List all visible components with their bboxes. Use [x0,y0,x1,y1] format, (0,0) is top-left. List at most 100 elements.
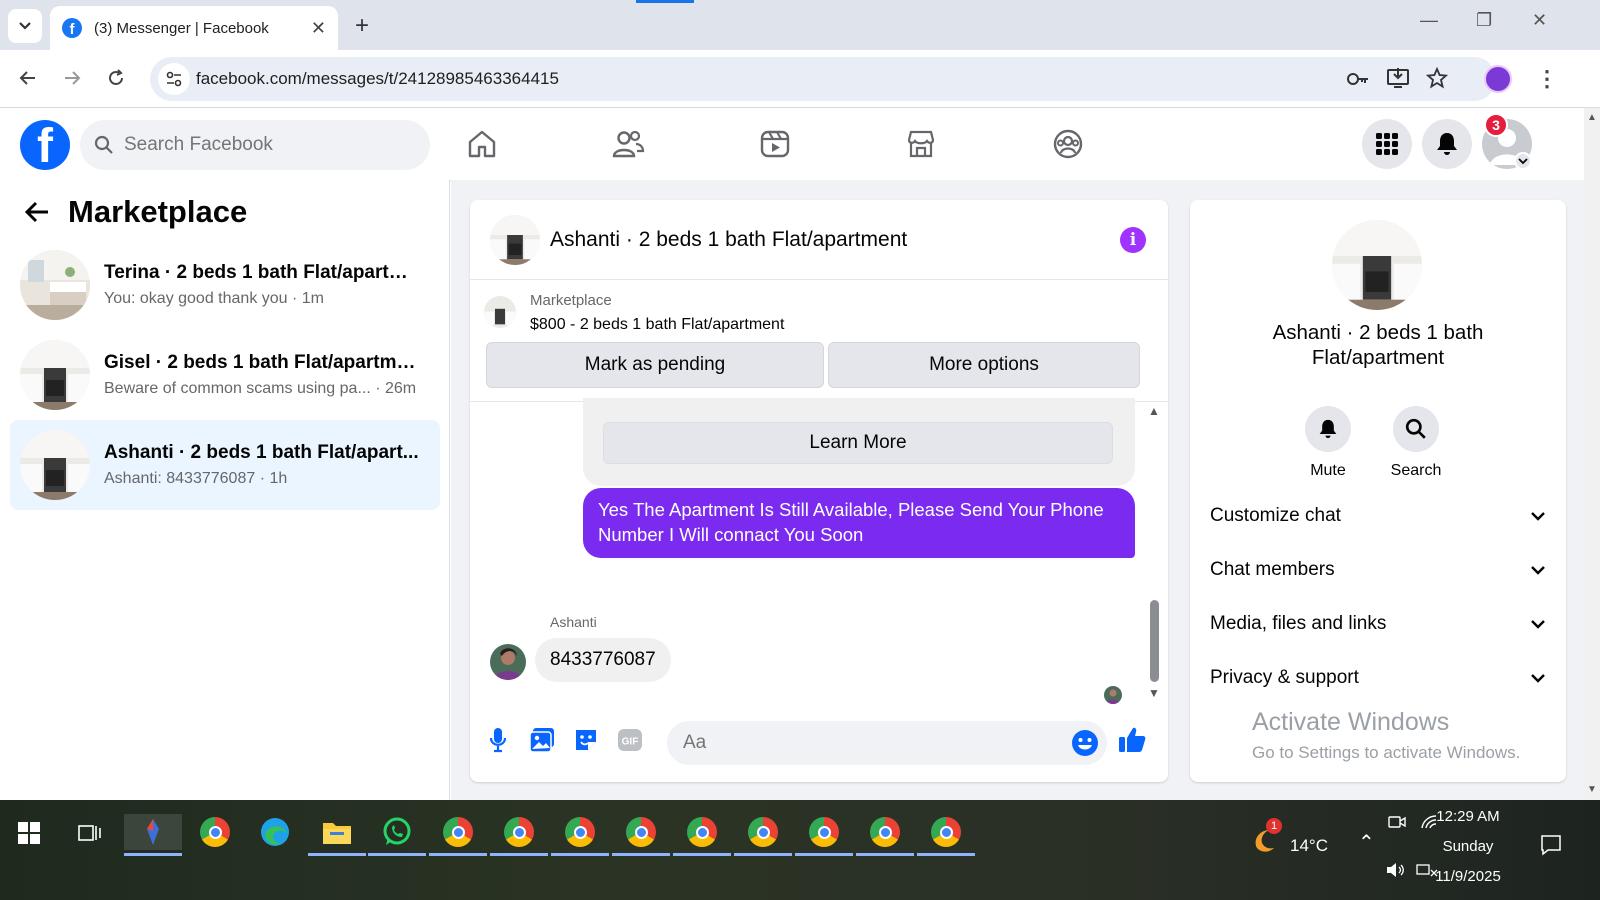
media-files-links-row[interactable]: Media, files and links [1210,604,1546,644]
minimize-icon[interactable]: — [1420,10,1438,31]
taskbar-chrome-profile[interactable] [795,814,853,856]
nav-watch[interactable] [753,122,797,166]
notifications-button[interactable] [1422,119,1472,169]
taskbar-chrome-profile[interactable] [429,814,487,856]
chrome-menu-icon[interactable]: ⋮ [1536,66,1558,92]
reload-button[interactable] [98,60,134,96]
site-info-icon[interactable] [158,63,190,95]
nav-home[interactable] [460,122,504,166]
chat-scrollbar-thumb[interactable] [1150,600,1159,682]
facebook-search[interactable] [80,120,430,170]
sticker-button[interactable] [570,724,602,756]
mute-label: Mute [1310,462,1346,479]
window-close-icon[interactable]: ✕ [1532,10,1547,31]
message-input[interactable] [683,732,1063,754]
chat-members-row[interactable]: Chat members [1210,550,1546,590]
taskbar-edge[interactable] [246,814,304,850]
account-chevron-icon[interactable] [1514,152,1532,170]
listing-thumbnail [20,340,90,410]
restore-icon[interactable]: ❐ [1476,10,1492,31]
back-arrow-icon[interactable] [24,200,50,224]
mute-action[interactable]: Mute [1293,406,1363,480]
scroll-up-arrow-icon[interactable]: ▲ [1587,112,1597,123]
taskbar-app-pinned[interactable] [124,814,182,856]
nav-friends[interactable] [606,122,650,166]
menu-button[interactable] [1362,119,1412,169]
watermark-title: Activate Windows [1252,708,1450,736]
taskbar-chrome-profile[interactable] [551,814,609,856]
conversation-item[interactable]: Gisel · 2 beds 1 bath Flat/apartment Bew… [10,330,440,420]
clock-time[interactable]: 12:29 AM [1428,808,1508,825]
new-tab-button[interactable]: + [355,12,369,40]
close-tab-icon[interactable]: ✕ [311,18,326,39]
taskbar-file-explorer[interactable] [308,814,366,856]
scroll-up-arrow-icon[interactable]: ▲ [1148,404,1160,418]
sender-avatar[interactable] [490,644,526,680]
conversation-item-active[interactable]: Ashanti · 2 beds 1 bath Flat/apart... As… [10,420,440,510]
nav-groups[interactable] [1046,122,1090,166]
weather-temperature[interactable]: 14°C [1290,836,1328,856]
info-icon[interactable]: i [1120,227,1146,253]
customize-chat-row[interactable]: Customize chat [1210,496,1546,536]
chevron-up-icon[interactable]: ⌃ [1358,830,1375,855]
listing-thumbnail [20,250,90,320]
taskbar-chrome-profile[interactable] [856,814,914,856]
thumbs-up-icon [1119,727,1146,752]
taskbar-chrome-profile[interactable] [917,814,975,856]
taskbar-chrome-profile[interactable] [612,814,670,856]
conversation-preview: Ashanti: 8433776087 · 1h [104,470,288,487]
app-icon [147,819,159,845]
like-button[interactable] [1116,724,1148,756]
taskbar-chrome-profile[interactable] [490,814,548,856]
chevron-down-icon [1531,674,1545,683]
info-avatar[interactable] [1332,220,1422,310]
search-action[interactable]: Search [1381,406,1451,480]
attach-media-button[interactable] [526,724,558,756]
mark-as-pending-button[interactable]: Mark as pending [486,342,824,388]
back-button[interactable] [10,60,46,96]
marketplace-item-title[interactable]: $800 - 2 beds 1 bath Flat/apartment [530,316,784,334]
install-app-icon[interactable] [1386,67,1410,89]
scroll-down-arrow-icon[interactable]: ▼ [1148,686,1160,700]
notification-center-icon[interactable] [1540,834,1562,856]
chat-avatar[interactable] [490,214,540,265]
facebook-logo[interactable]: f [20,120,70,170]
taskbar-chrome[interactable] [186,814,244,850]
tab-search-button[interactable] [8,9,42,43]
browser-tab[interactable]: f (3) Messenger | Facebook ✕ [50,6,338,50]
facebook-search-input[interactable] [124,134,404,156]
taskbar-whatsapp[interactable] [368,814,426,856]
clock-date[interactable]: 11/9/2025 [1422,868,1514,885]
chat-title[interactable]: Ashanti · 2 beds 1 bath Flat/apartment [550,228,907,252]
chrome-icon [748,817,778,847]
task-view-icon[interactable] [78,822,102,844]
forward-button[interactable] [54,60,90,96]
scroll-down-arrow-icon[interactable]: ▼ [1587,784,1597,795]
learn-more-button[interactable]: Learn More [603,422,1113,464]
gif-button[interactable]: GIF [614,724,646,756]
profile-avatar[interactable] [1484,65,1512,93]
browser-tab-strip: f (3) Messenger | Facebook ✕ + — ❐ ✕ [0,0,1600,50]
more-options-button[interactable]: More options [828,342,1140,388]
windows-start-icon[interactable] [18,822,40,844]
nav-marketplace[interactable] [899,122,943,166]
groups-icon [1053,129,1083,159]
bookmark-star-icon[interactable] [1426,67,1448,89]
taskbar-chrome-profile[interactable] [673,814,731,856]
meet-now-icon[interactable] [1388,814,1406,830]
chrome-icon [443,817,473,847]
volume-icon[interactable] [1386,862,1406,878]
voice-clip-button[interactable] [482,724,514,756]
emoji-icon[interactable] [1071,729,1099,757]
clock-day[interactable]: Sunday [1428,838,1508,855]
conversation-item[interactable]: Terina · 2 beds 1 bath Flat/apartme... Y… [10,240,440,330]
taskbar-chrome-profile[interactable] [734,814,792,856]
password-key-icon[interactable] [1346,69,1370,89]
seen-avatar [1104,686,1122,704]
reload-icon [109,69,123,85]
privacy-support-row[interactable]: Privacy & support [1210,658,1546,698]
page-scrollbar[interactable]: ▲ ▼ [1584,108,1600,800]
search-icon [1405,418,1426,439]
message-composer[interactable] [667,721,1107,765]
address-bar[interactable]: facebook.com/messages/t/2412898546336441… [150,57,1496,101]
